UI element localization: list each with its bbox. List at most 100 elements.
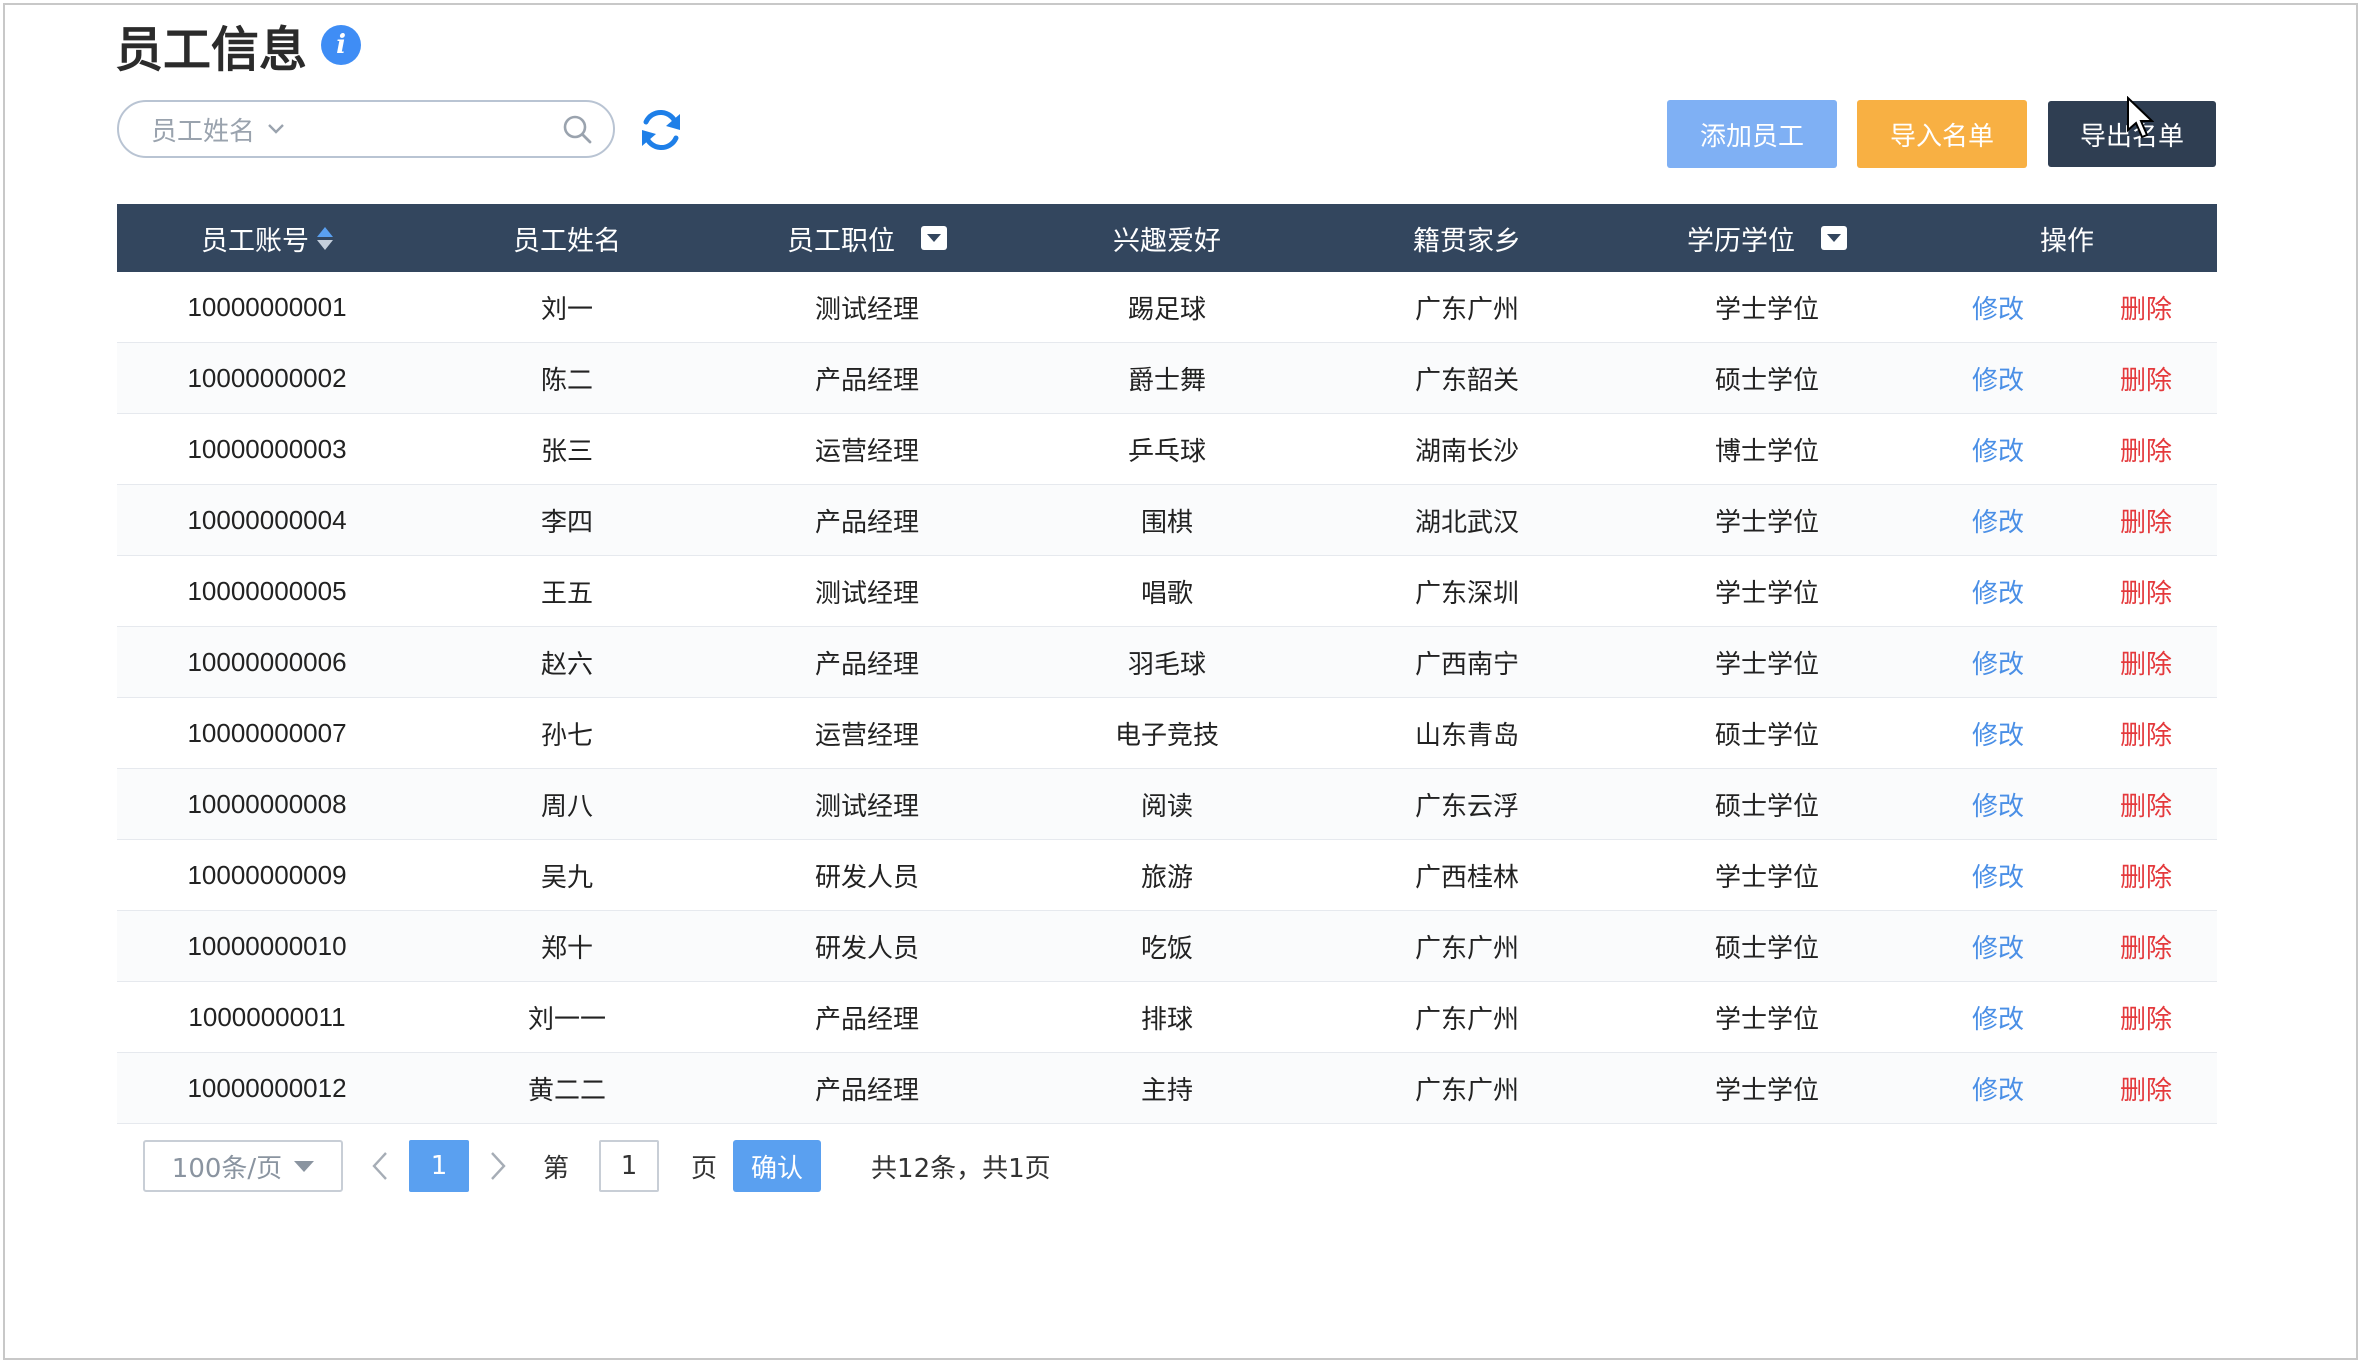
cell-name: 赵六 [540, 649, 593, 680]
next-page-button[interactable] [483, 1146, 513, 1186]
cell-hometown: 湖南长沙 [1414, 436, 1519, 467]
delete-link[interactable]: 删除 [2120, 644, 2172, 681]
delete-link[interactable]: 删除 [2120, 431, 2172, 468]
cell-account: 10000000008 [187, 788, 347, 819]
edit-link[interactable]: 修改 [1972, 644, 2024, 681]
edit-link[interactable]: 修改 [1972, 289, 2024, 326]
col-header-degree: 学历学位 [1617, 204, 1917, 272]
cell-hobby: 羽毛球 [1127, 649, 1206, 680]
cell-degree: 学士学位 [1714, 1004, 1819, 1035]
cell-position: 研发人员 [814, 862, 919, 893]
delete-link[interactable]: 删除 [2120, 360, 2172, 397]
cell-account: 10000000006 [187, 646, 347, 677]
cell-position: 测试经理 [814, 294, 919, 325]
cell-degree: 硕士学位 [1714, 365, 1819, 396]
delete-link[interactable]: 删除 [2120, 928, 2172, 965]
cell-account: 10000000012 [187, 1072, 347, 1103]
mouse-cursor-icon [2127, 96, 2154, 139]
cell-hometown: 广东广州 [1414, 933, 1519, 964]
edit-link[interactable]: 修改 [1972, 573, 2024, 610]
delete-link[interactable]: 删除 [2120, 999, 2172, 1036]
delete-link[interactable]: 删除 [2120, 857, 2172, 894]
cell-position: 测试经理 [814, 578, 919, 609]
cell-account: 10000000005 [187, 575, 347, 606]
cell-hometown: 广东广州 [1414, 294, 1519, 325]
search-field-placeholder[interactable]: 员工姓名 [151, 111, 255, 148]
cell-position: 测试经理 [814, 791, 919, 822]
cell-hobby: 主持 [1140, 1075, 1193, 1106]
cell-actions: 修改 删除 [1917, 911, 2217, 981]
edit-link[interactable]: 修改 [1972, 431, 2024, 468]
cell-position: 研发人员 [814, 933, 919, 964]
cell-actions: 修改 删除 [1917, 556, 2217, 626]
cell-hobby: 电子竞技 [1114, 720, 1219, 751]
add-employee-button[interactable]: 添加员工 [1667, 100, 1837, 168]
edit-link[interactable]: 修改 [1972, 928, 2024, 965]
cell-hobby: 吃饭 [1140, 933, 1193, 964]
cell-hobby: 排球 [1140, 1004, 1193, 1035]
cell-actions: 修改 删除 [1917, 769, 2217, 839]
prev-page-button[interactable] [365, 1146, 395, 1186]
cell-hometown: 湖北武汉 [1414, 507, 1519, 538]
col-header-account[interactable]: 员工账号 [117, 204, 417, 272]
cell-actions: 修改 删除 [1917, 414, 2217, 484]
refresh-icon[interactable] [636, 104, 686, 156]
col-header-position: 员工职位 [717, 204, 1017, 272]
delete-link[interactable]: 删除 [2120, 1070, 2172, 1107]
delete-link[interactable]: 删除 [2120, 502, 2172, 539]
edit-link[interactable]: 修改 [1972, 502, 2024, 539]
cell-name: 李四 [540, 507, 593, 538]
cell-degree: 学士学位 [1714, 294, 1819, 325]
cell-actions: 修改 删除 [1917, 982, 2217, 1052]
table-row: 10000000003 张三 运营经理 乒乓球 湖南长沙 博士学位 修改 删除 [117, 414, 2217, 485]
goto-page-input[interactable]: 1 [599, 1140, 660, 1192]
cell-position: 产品经理 [814, 649, 919, 680]
cell-account: 10000000002 [187, 362, 347, 393]
table-row: 10000000006 赵六 产品经理 羽毛球 广西南宁 学士学位 修改 删除 [117, 627, 2217, 698]
confirm-button[interactable]: 确认 [733, 1140, 822, 1192]
employee-table: 员工账号 员工姓名 员工职位 兴趣爱好 籍贯家乡 学历学位 操作 1000000… [117, 204, 2217, 1124]
cell-name: 刘一一 [527, 1004, 606, 1035]
cell-account: 10000000007 [187, 717, 347, 748]
cell-name: 张三 [540, 436, 593, 467]
search-box[interactable]: 员工姓名 [117, 100, 615, 158]
page-header: 员工信息 i [115, 14, 362, 78]
edit-link[interactable]: 修改 [1972, 715, 2024, 752]
info-icon[interactable]: i [321, 25, 362, 65]
delete-link[interactable]: 删除 [2120, 289, 2172, 326]
edit-link[interactable]: 修改 [1972, 857, 2024, 894]
edit-link[interactable]: 修改 [1972, 786, 2024, 823]
cell-hometown: 广东深圳 [1414, 578, 1519, 609]
page-1-button[interactable]: 1 [409, 1140, 469, 1192]
pagination-summary: 共12条，共1页 [871, 1153, 1051, 1184]
delete-link[interactable]: 删除 [2120, 715, 2172, 752]
filter-dropdown-icon[interactable] [1821, 226, 1847, 250]
cell-name: 周八 [540, 791, 593, 822]
col-header-actions: 操作 [2040, 225, 2094, 257]
cell-hometown: 广东韶关 [1414, 365, 1519, 396]
table-row: 10000000010 郑十 研发人员 吃饭 广东广州 硕士学位 修改 删除 [117, 911, 2217, 982]
col-header-name: 员工姓名 [513, 225, 621, 257]
cell-name: 王五 [540, 578, 593, 609]
table-row: 10000000001 刘一 测试经理 踢足球 广东广州 学士学位 修改 删除 [117, 272, 2217, 343]
search-icon[interactable] [561, 113, 593, 145]
cell-degree: 学士学位 [1714, 578, 1819, 609]
edit-link[interactable]: 修改 [1972, 1070, 2024, 1107]
edit-link[interactable]: 修改 [1972, 360, 2024, 397]
cell-actions: 修改 删除 [1917, 627, 2217, 697]
delete-link[interactable]: 删除 [2120, 573, 2172, 610]
filter-dropdown-icon[interactable] [921, 226, 947, 250]
cell-name: 孙七 [540, 720, 593, 751]
cell-hobby: 踢足球 [1127, 294, 1206, 325]
page-size-select[interactable]: 100条/页 [143, 1140, 343, 1192]
delete-link[interactable]: 删除 [2120, 786, 2172, 823]
edit-link[interactable]: 修改 [1972, 999, 2024, 1036]
chevron-down-icon[interactable] [265, 118, 287, 140]
cell-account: 10000000003 [187, 433, 347, 464]
sort-icon[interactable] [317, 226, 333, 250]
import-list-button[interactable]: 导入名单 [1857, 100, 2027, 168]
chevron-right-icon [491, 1152, 506, 1180]
cell-name: 刘一 [540, 294, 593, 325]
table-row: 10000000012 黄二二 产品经理 主持 广东广州 学士学位 修改 删除 [117, 1053, 2217, 1124]
cell-degree: 硕士学位 [1714, 720, 1819, 751]
